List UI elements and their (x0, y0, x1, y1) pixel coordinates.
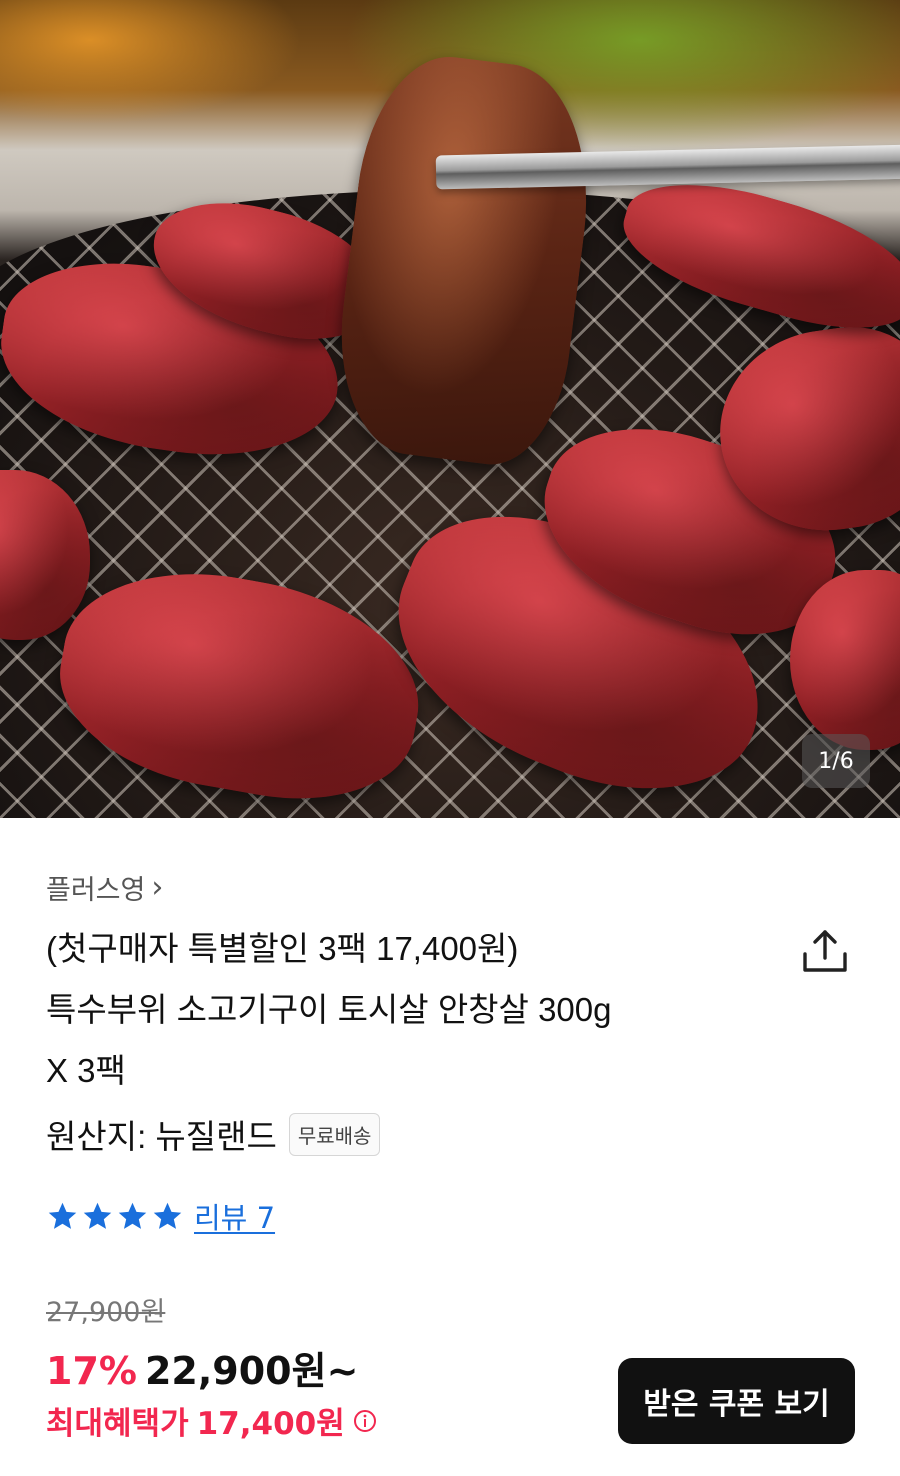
max-benefit-price-row[interactable]: 최대혜택가 17,400원 (46, 1398, 377, 1443)
star-icon (48, 1202, 77, 1229)
chevron-right-icon: › (151, 870, 164, 905)
original-price: 27,900원 (46, 1297, 166, 1328)
free-shipping-badge: 무료배송 (288, 1112, 381, 1156)
image-counter: 1/6 (802, 734, 870, 788)
product-title-line: (첫구매자 특별할인 3팩 17,400원) (46, 930, 519, 967)
store-name: 플러스영 (46, 875, 146, 906)
star-icon (118, 1202, 147, 1229)
product-title-line: 특수부위 소고기구이 토시살 안창살 300g (46, 991, 612, 1028)
discount-rate: 17% (46, 1349, 137, 1393)
rating-row[interactable]: 리뷰 7 (46, 1194, 275, 1238)
star-icon (153, 1202, 182, 1229)
product-image-gallery[interactable]: 1/6 (0, 0, 900, 818)
info-icon[interactable] (353, 1409, 377, 1433)
max-benefit-label: 최대혜택가 (46, 1406, 189, 1442)
share-button[interactable] (800, 926, 850, 976)
share-icon (803, 930, 847, 972)
star-icon (83, 1202, 112, 1229)
origin-text: 원산지: 뉴질랜드 (46, 1118, 277, 1155)
max-benefit-price: 17,400원 (196, 1406, 345, 1442)
product-title-line: X 3팩 (46, 1052, 126, 1089)
origin-row: 원산지: 뉴질랜드 무료배송 (46, 1106, 381, 1162)
product-title: (첫구매자 특별할인 3팩 17,400원) 특수부위 소고기구이 토시살 안창… (46, 918, 746, 1101)
price-row: 17% 22,900원~ (46, 1340, 358, 1395)
sale-price: 22,900원~ (144, 1349, 359, 1393)
review-count-link[interactable]: 리뷰 7 (194, 1195, 275, 1237)
store-link[interactable]: 플러스영 › (46, 868, 163, 907)
view-coupons-button[interactable]: 받은 쿠폰 보기 (618, 1358, 855, 1444)
